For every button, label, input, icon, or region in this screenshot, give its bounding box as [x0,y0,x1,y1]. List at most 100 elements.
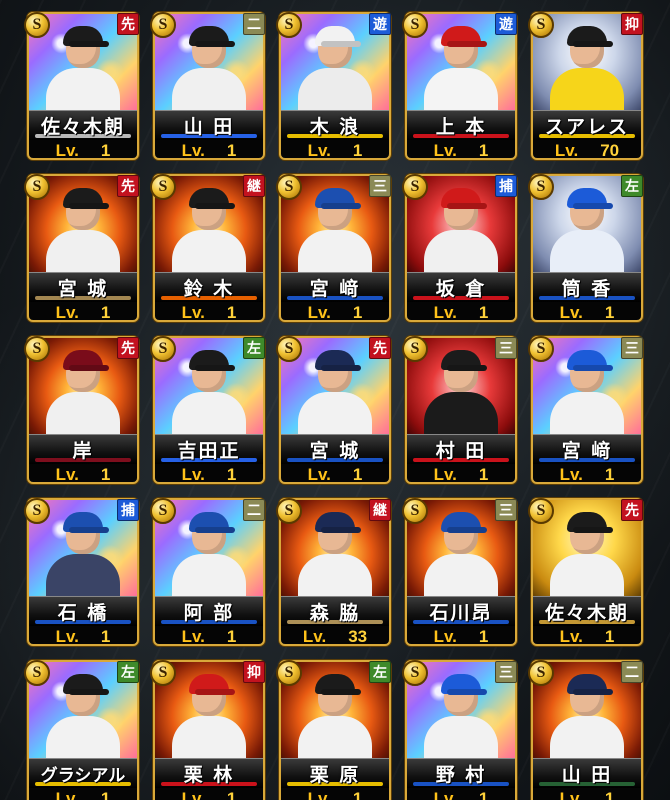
s-rank-icon: S [24,660,50,686]
level-label: Lv. [307,465,331,484]
position-badge: 先 [117,175,139,197]
level-label: Lv. [181,303,205,322]
player-uniform [550,68,624,112]
player-card[interactable]: スアレス Lv. 70 S 抑 [528,12,646,162]
position-badge: 左 [621,175,643,197]
name-plate: 宮 﨑 [533,434,641,464]
player-card[interactable]: 野 村 Lv. 1 S 三 [402,660,520,800]
player-card[interactable]: 岸 Lv. 1 S 先 [24,336,142,486]
level-bar: Lv. 1 [407,302,515,322]
player-portrait [424,26,498,112]
name-plate: 木 浪 [281,110,389,140]
player-portrait [46,188,120,274]
player-card[interactable]: 山 田 Lv. 1 S 二 [150,12,268,162]
player-cap [63,26,103,46]
player-uniform [298,392,372,436]
player-card[interactable]: 石川昂 Lv. 1 S 三 [402,498,520,648]
level-label: Lv. [433,789,457,800]
player-card[interactable]: 佐々木朗 Lv. 1 S 先 [24,12,142,162]
name-plate: 森 脇 [281,596,389,626]
player-card[interactable]: グラシアル Lv. 1 S 左 [24,660,142,800]
player-card[interactable]: 坂 倉 Lv. 1 S 捕 [402,174,520,324]
name-plate: 石川昂 [407,596,515,626]
player-card[interactable]: 吉田正 Lv. 1 S 左 [150,336,268,486]
name-plate: 吉田正 [155,434,263,464]
player-cap [315,674,355,694]
level-label: Lv. [307,303,331,322]
level-value: 1 [226,303,237,322]
level-value: 1 [352,465,363,484]
player-card[interactable]: 鈴 木 Lv. 1 S 継 [150,174,268,324]
player-card[interactable]: 宮 城 Lv. 1 S 先 [24,174,142,324]
position-badge: 継 [369,499,391,521]
position-badge: 三 [369,175,391,197]
player-card[interactable]: 阿 部 Lv. 1 S 二 [150,498,268,648]
player-name: 宮 城 [57,278,109,300]
player-uniform [46,68,120,112]
player-cap [189,350,229,370]
level-bar: Lv. 1 [29,464,137,482]
level-value: 1 [478,303,489,322]
level-value: 1 [100,141,111,160]
player-cap [189,188,229,208]
level-label: Lv. [181,627,205,646]
player-portrait [298,26,372,112]
level-value: 1 [478,627,489,646]
player-portrait [424,674,498,760]
player-card[interactable]: 石 橋 Lv. 1 S 捕 [24,498,142,648]
name-plate: 栗 林 [155,758,263,788]
player-card[interactable]: 栗 原 Lv. 1 S 左 [276,660,394,800]
position-badge: 先 [117,13,139,35]
player-card[interactable]: 森 脇 Lv. 33 S 継 [276,498,394,648]
level-bar: Lv. 1 [281,464,389,484]
position-badge: 捕 [495,175,517,197]
player-card[interactable]: 宮 﨑 Lv. 1 S 三 [528,336,646,486]
s-rank-icon: S [402,336,428,362]
player-card[interactable]: 村 田 Lv. 1 S 三 [402,336,520,486]
s-rank-icon: S [402,174,428,200]
player-card[interactable]: 宮 﨑 Lv. 1 S 三 [276,174,394,324]
player-card[interactable]: 山 田 Lv. 1 S 二 [528,660,646,800]
level-value: 1 [478,465,489,484]
player-uniform [298,554,372,598]
player-name: 吉田正 [177,440,241,462]
level-bar: Lv. 1 [533,302,641,320]
player-card[interactable]: 宮 城 Lv. 1 S 先 [276,336,394,486]
player-card[interactable]: 上 本 Lv. 1 S 遊 [402,12,520,162]
s-rank-icon: S [150,498,176,524]
position-badge: 三 [495,661,517,683]
level-value: 1 [352,789,363,800]
level-label: Lv. [307,789,331,800]
player-card[interactable]: 栗 林 Lv. 1 S 抑 [150,660,268,800]
player-card[interactable]: 木 浪 Lv. 1 S 遊 [276,12,394,162]
level-bar: Lv. 1 [407,140,515,158]
player-uniform [172,68,246,112]
level-label: Lv. [181,465,205,484]
level-label: Lv. [433,303,457,322]
s-rank-icon: S [24,498,50,524]
player-name: 阿 部 [183,602,235,624]
level-bar: Lv. 1 [29,626,137,644]
name-plate: 鈴 木 [155,272,263,302]
position-badge: 三 [621,337,643,359]
level-value: 1 [352,141,363,160]
position-badge: 二 [621,661,643,683]
player-uniform [424,392,498,436]
level-label: Lv. [302,627,327,646]
player-cap [567,350,607,370]
name-plate: 野 村 [407,758,515,788]
player-cap [189,26,229,46]
s-rank-icon: S [528,498,554,524]
level-value: 1 [604,465,615,484]
player-cap [63,512,103,532]
player-card[interactable]: 筒 香 Lv. 1 S 左 [528,174,646,324]
level-bar: Lv. 1 [155,626,263,646]
player-card[interactable]: 佐々木朗 Lv. 1 S 先 [528,498,646,648]
level-bar: Lv. 1 [533,464,641,484]
s-rank-icon: S [528,660,554,686]
player-portrait [298,674,372,760]
player-cap [315,350,355,370]
level-label: Lv. [559,465,583,484]
player-portrait [46,674,120,760]
s-rank-icon: S [150,660,176,686]
